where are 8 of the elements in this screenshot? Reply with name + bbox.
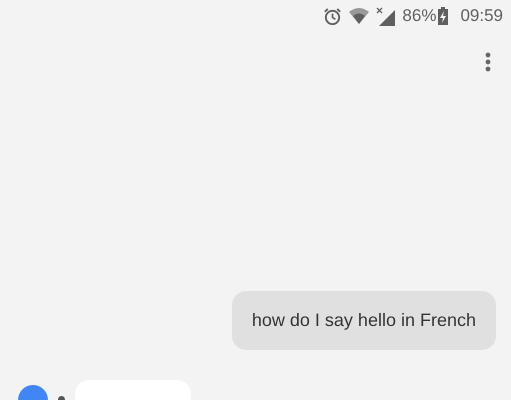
- signal-icon: [376, 6, 396, 26]
- wifi-icon: [349, 8, 370, 24]
- user-message-bubble: how do I say hello in French: [232, 291, 496, 350]
- alarm-icon: [323, 6, 342, 26]
- battery-charging-icon: [438, 7, 448, 25]
- more-options-icon[interactable]: [485, 52, 491, 72]
- battery-percentage: 86%: [402, 6, 436, 26]
- clock-time: 09:59: [460, 6, 503, 26]
